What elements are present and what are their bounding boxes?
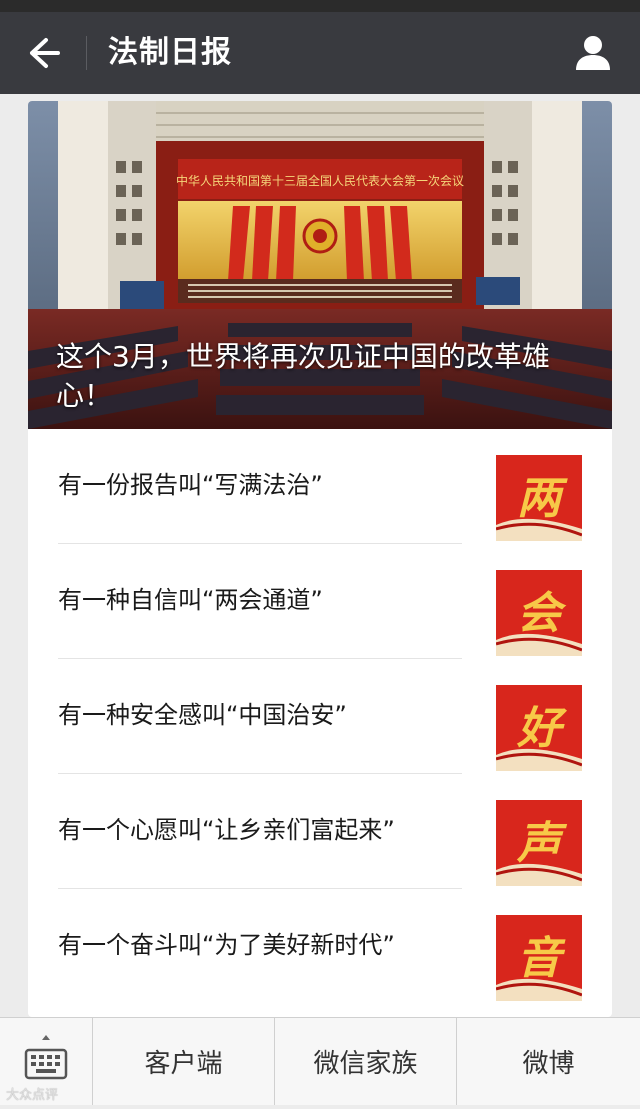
article-thumbnail: 两: [496, 455, 582, 541]
back-button[interactable]: [18, 30, 70, 76]
thumbnail-char: 会: [517, 588, 567, 639]
bottom-menu-bar: 客户端 微信家族 微博: [0, 1017, 640, 1105]
article-thumbnail: 好: [496, 685, 582, 771]
banner-text: 中华人民共和国第十三届全国人民代表大会第一次会议: [176, 173, 464, 188]
person-icon: [576, 36, 610, 70]
menu-weibo[interactable]: 微博: [457, 1018, 640, 1105]
thumbnail-char: 两: [517, 473, 568, 524]
article-item[interactable]: 有一种自信叫“两会通道” 会: [28, 544, 612, 659]
thumbnail-char: 声: [516, 818, 568, 869]
article-item[interactable]: 有一份报告叫“写满法治” 两: [28, 429, 612, 544]
article-title: 有一种自信叫“两会通道”: [58, 586, 323, 614]
back-arrow-icon: [30, 38, 60, 68]
article-thumbnail: 音: [496, 915, 582, 1001]
menu-wechat-family[interactable]: 微信家族: [275, 1018, 456, 1105]
hero-article[interactable]: 中华人民共和国第十三届全国人民代表大会第一次会议 这个3月，世界将再次见证中国的…: [28, 101, 612, 429]
article-title: 有一份报告叫“写满法治”: [58, 471, 323, 499]
article-title: 有一个心愿叫“让乡亲们富起来”: [58, 816, 395, 844]
article-item[interactable]: 有一个心愿叫“让乡亲们富起来” 声: [28, 774, 612, 889]
article-title: 有一个奋斗叫“为了美好新时代”: [58, 931, 395, 959]
hero-title: 这个3月，世界将再次见证中国的改革雄心！: [56, 340, 550, 412]
nav-divider: [86, 36, 87, 70]
article-thumbnail: 声: [496, 800, 582, 886]
watermark: 大众点评: [6, 1088, 59, 1103]
thumbnail-char: 好: [516, 703, 567, 754]
article-item[interactable]: 有一种安全感叫“中国治安” 好: [28, 659, 612, 774]
article-item[interactable]: 有一个奋斗叫“为了美好新时代” 音: [28, 889, 612, 1004]
page-title: 法制日报: [108, 35, 232, 70]
profile-button[interactable]: [570, 30, 616, 76]
nav-bar: 法制日报: [0, 12, 640, 94]
status-bar: [0, 0, 640, 12]
menu-client[interactable]: 客户端: [93, 1018, 274, 1105]
thumbnail-char: 音: [517, 933, 566, 984]
article-title: 有一种安全感叫“中国治安”: [58, 701, 347, 729]
article-thumbnail: 会: [496, 570, 582, 656]
article-card: 中华人民共和国第十三届全国人民代表大会第一次会议 这个3月，世界将再次见证中国的…: [28, 101, 612, 1017]
